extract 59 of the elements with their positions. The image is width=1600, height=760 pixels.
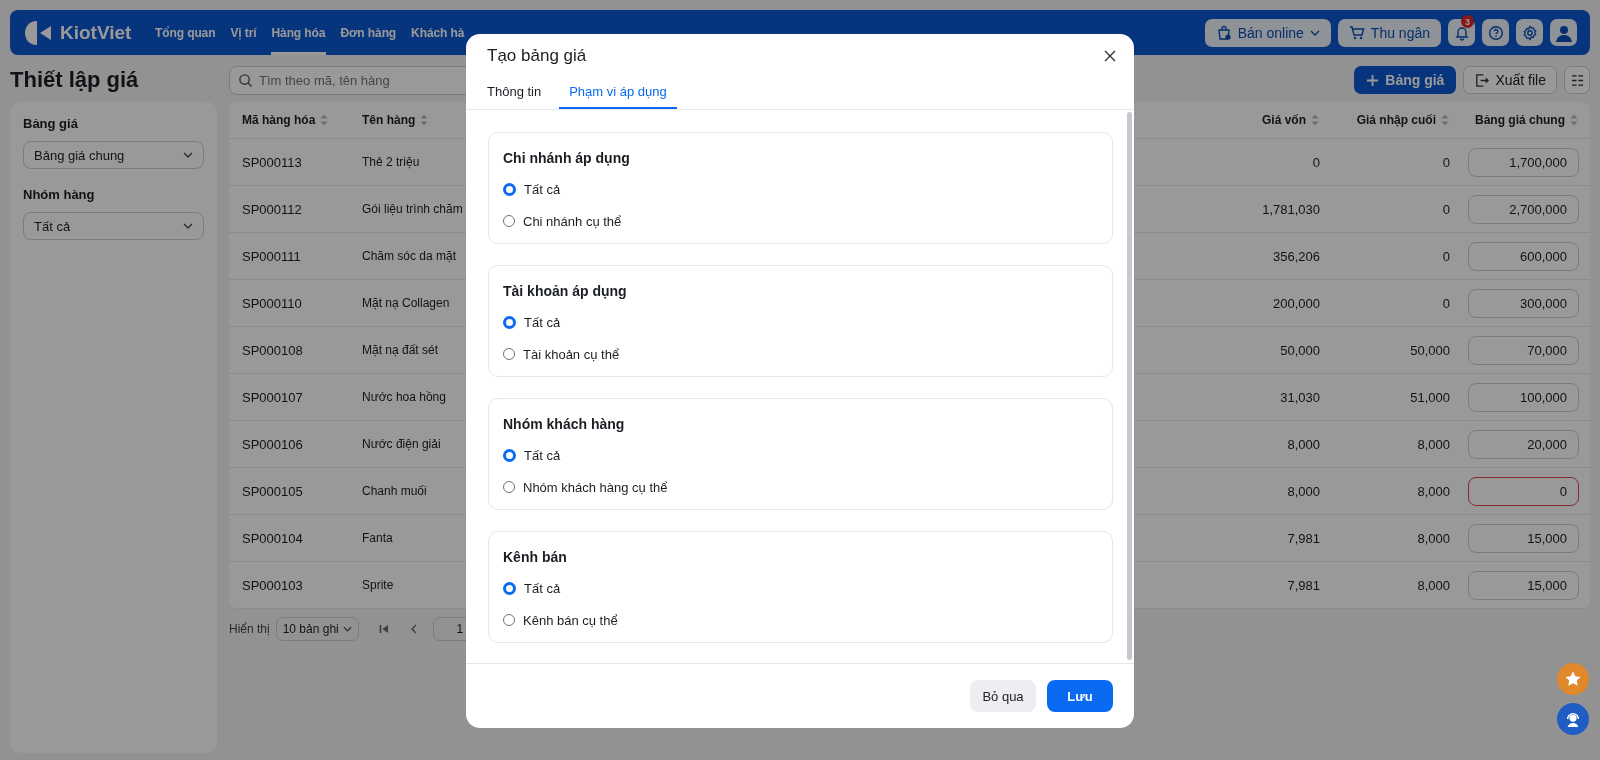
- table-cell: Mặt nạ Collagen: [362, 296, 450, 310]
- table-cell: Nước điện giải: [362, 437, 441, 451]
- table-cell: Chanh muối: [362, 484, 427, 498]
- table-cell: Chăm sóc da mặt: [362, 249, 457, 263]
- table-cell-text: SP000113: [241, 154, 303, 170]
- table-cell-text: 8,000: [1416, 530, 1451, 546]
- table-cell-text: 7,981: [1286, 530, 1321, 546]
- notification-badge: 3: [1461, 15, 1474, 28]
- table-cell-text: SP000108: [241, 342, 304, 358]
- table-cell: Thẻ 2 triệu: [362, 155, 420, 169]
- table-cell-text: SP000106: [241, 436, 304, 452]
- table-cell-text: 8,000: [1286, 483, 1321, 499]
- table-cell-text: 7,981: [1286, 577, 1321, 593]
- radio-label: Tài khoản cụ thể: [523, 346, 620, 362]
- table-cell-text: 1,781,030: [1261, 201, 1321, 217]
- radio-label: Tất cả: [524, 447, 561, 463]
- table-cell: Fanta: [362, 531, 393, 545]
- radio-label: Tất cả: [524, 580, 561, 596]
- section-title: Kênh bán: [503, 548, 568, 567]
- table-cell-text: SP000110: [241, 295, 303, 311]
- table-cell-text: SP000112: [241, 201, 303, 217]
- table-cell-text: 31,030: [1279, 389, 1321, 405]
- page-size-label: Hiển thị: [229, 622, 270, 636]
- logo-text: KiotViet: [60, 21, 132, 44]
- table-cell: Sprite: [362, 578, 394, 592]
- table-cell-text: SP000104: [241, 530, 304, 546]
- radio-label: Kênh bán cụ thể: [523, 612, 618, 628]
- table-cell-text: 0: [1311, 154, 1321, 170]
- table-cell-text: 8,000: [1286, 436, 1321, 452]
- table-cell-text: 0: [1441, 154, 1451, 170]
- table-cell-text: 8,000: [1416, 577, 1451, 593]
- radio-label: Nhóm khách hàng cụ thể: [523, 479, 668, 495]
- table-cell: Gói liệu trình chăm: [362, 202, 463, 216]
- dialog-title: Tạo bảng giá: [487, 46, 587, 66]
- table-cell-text: 0: [1441, 248, 1451, 264]
- table-cell-text: SP000103: [241, 577, 304, 593]
- radio-label: Tất cả: [524, 181, 561, 197]
- table-cell-text: 0: [1441, 201, 1451, 217]
- table-cell-text: SP000105: [241, 483, 304, 499]
- radio-label: Tất cả: [524, 314, 561, 330]
- filter-label: Nhóm hàng: [23, 187, 96, 202]
- table-cell-text: 200,000: [1272, 295, 1321, 311]
- table-cell-text: 50,000: [1279, 342, 1321, 358]
- table-cell: Mặt nạ đất sét: [362, 343, 439, 357]
- table-cell-text: 50,000: [1409, 342, 1451, 358]
- table-cell-text: 356,206: [1272, 248, 1321, 264]
- section-title: Nhóm khách hàng: [503, 415, 626, 434]
- table-cell-text: 51,000: [1409, 389, 1451, 405]
- filter-label: Bảng giá: [23, 116, 79, 131]
- table-cell: Nước hoa hồng: [362, 390, 446, 404]
- table-cell-text: SP000107: [241, 389, 304, 405]
- page-title: Thiết lập giá: [10, 67, 140, 93]
- table-cell-text: 0: [1441, 295, 1451, 311]
- table-cell-text: SP000111: [241, 248, 302, 264]
- radio-label: Chi nhánh cụ thể: [523, 213, 622, 229]
- section-title: Chi nhánh áp dụng: [503, 149, 631, 168]
- table-cell-text: 8,000: [1416, 436, 1451, 452]
- table-cell-text: 8,000: [1416, 483, 1451, 499]
- section-title: Tài khoản áp dụng: [503, 282, 628, 301]
